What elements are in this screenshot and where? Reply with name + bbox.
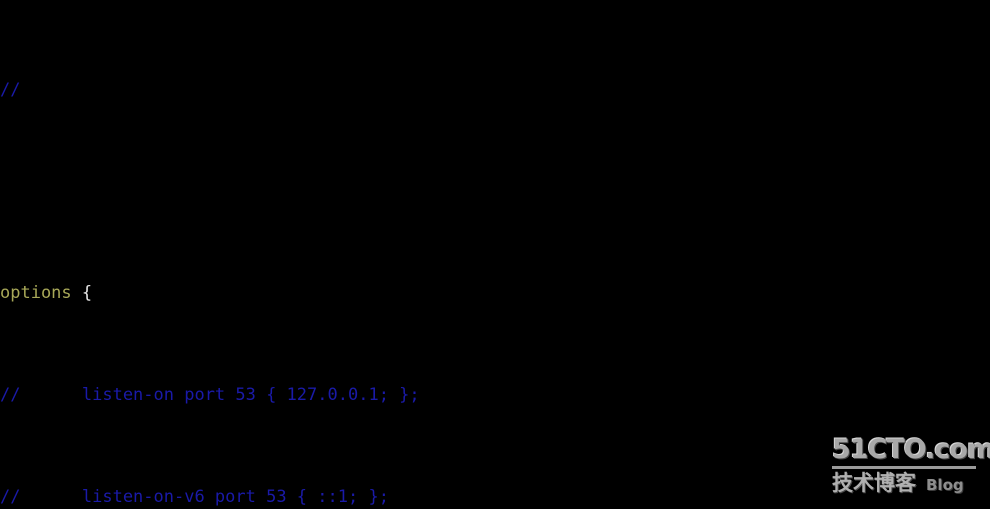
comment-token: // [0, 80, 21, 101]
watermark-chinese-label: 技术博客 [832, 471, 916, 495]
keyword-options: options [0, 283, 72, 304]
code-line: // listen-on-v6 port 53 { ::1; }; [0, 485, 686, 509]
code-line: // [0, 78, 686, 103]
code-line: options { [0, 281, 686, 306]
config-file-text[interactable]: // options { // listen-on port 53 { 127.… [0, 2, 686, 509]
code-line: // listen-on port 53 { 127.0.0.1; }; [0, 383, 686, 408]
watermark-subtitle-row: 技术博客 Blog [832, 471, 976, 495]
terminal-window: // options { // listen-on port 53 { 127.… [0, 0, 990, 509]
comment-token: // listen-on port 53 { 127.0.0.1; }; [0, 385, 420, 406]
watermark: 51CTO.com 技术博客 Blog [832, 434, 990, 497]
comment-token: // listen-on-v6 port 53 { ::1; }; [0, 486, 389, 507]
watermark-blog-label: Blog [926, 476, 964, 494]
brace-open: { [81, 283, 93, 304]
watermark-divider [832, 466, 976, 469]
watermark-brand: 51CTO.com [832, 434, 990, 465]
